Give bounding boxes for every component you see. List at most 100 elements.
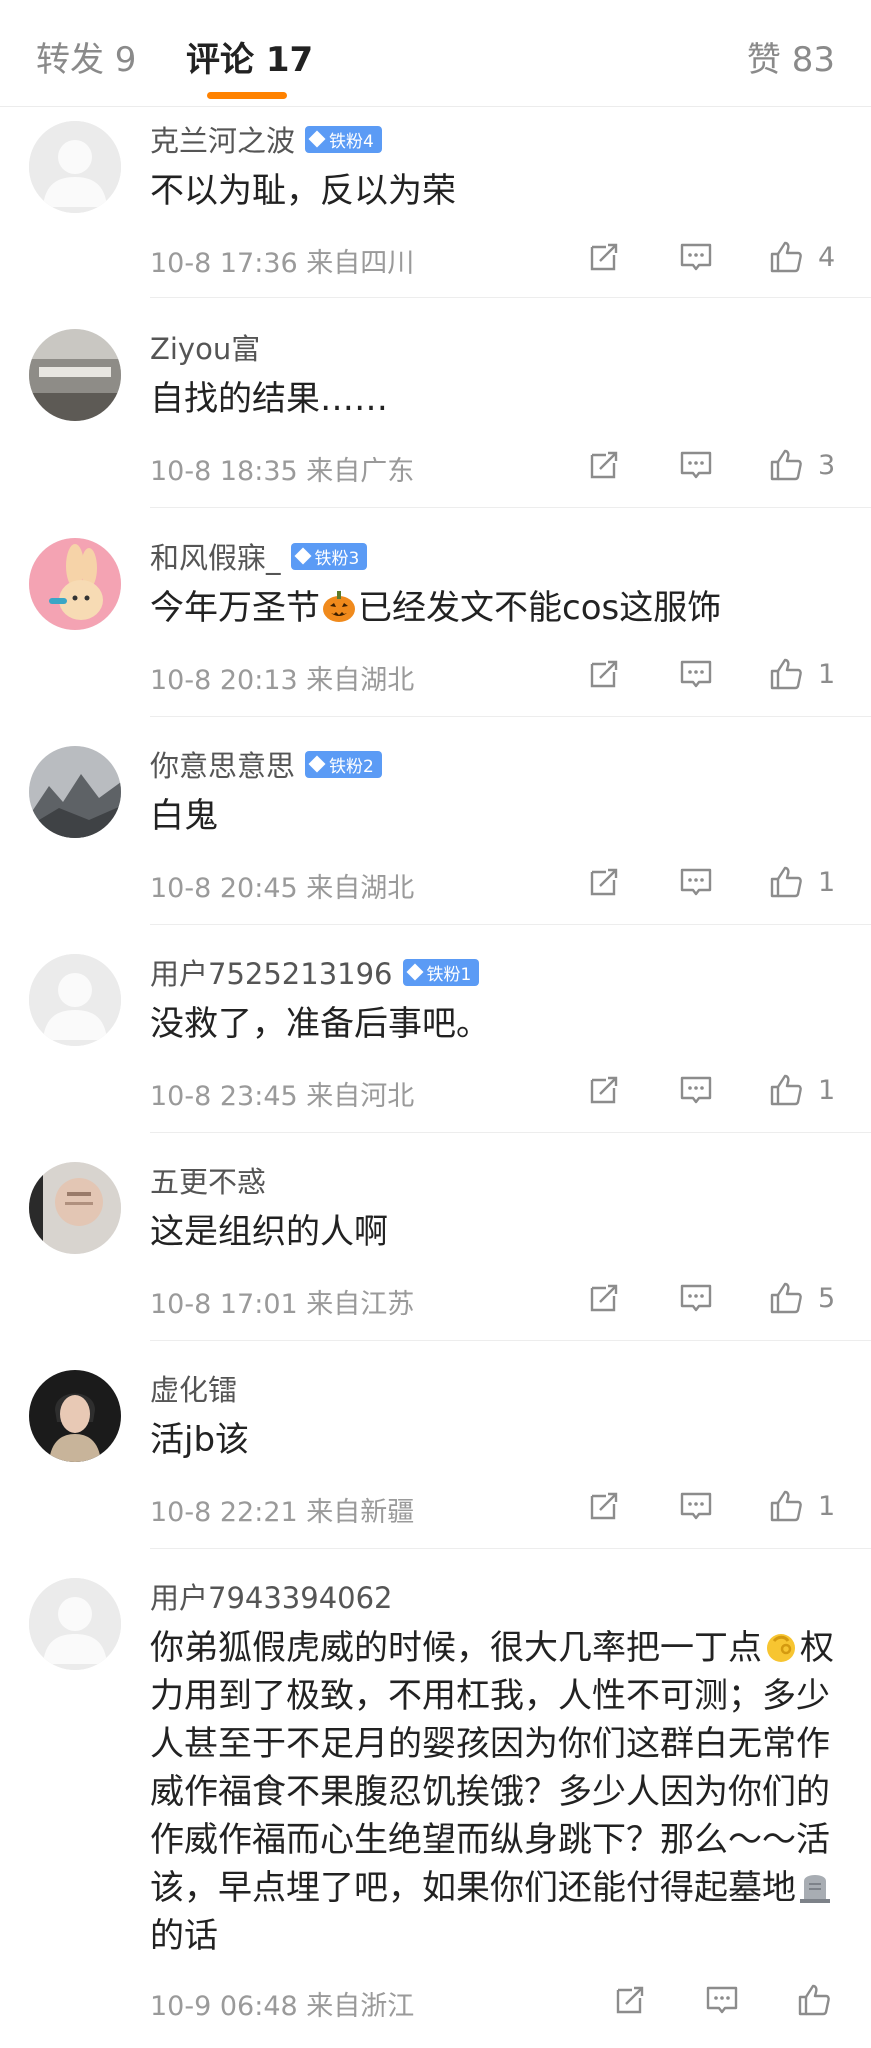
repost-button[interactable] bbox=[586, 1068, 622, 1112]
tab-comments[interactable]: 评论 17 bbox=[186, 32, 313, 81]
active-tab-indicator bbox=[207, 92, 287, 99]
like-count: 4 bbox=[818, 241, 836, 273]
repost-icon bbox=[612, 1982, 648, 2018]
repost-button[interactable] bbox=[586, 1484, 622, 1528]
comment-icon bbox=[678, 1488, 714, 1524]
reply-button[interactable] bbox=[678, 652, 714, 696]
avatar[interactable] bbox=[29, 538, 121, 630]
like-button[interactable]: 5 bbox=[768, 1276, 835, 1320]
commenter-name[interactable]: 用户7525213196 bbox=[150, 951, 393, 993]
like-button[interactable]: 3 bbox=[768, 443, 835, 487]
comment-item: Ziyou富 自找的结果…… 10-8 18:35 来自广东 3 bbox=[0, 315, 871, 523]
comment-icon bbox=[678, 656, 714, 692]
thumbs-up-icon bbox=[768, 239, 804, 275]
comment-icon bbox=[678, 447, 714, 483]
comment-icon bbox=[704, 1982, 740, 2018]
repost-icon bbox=[586, 864, 622, 900]
comment-item: 克兰河之波 铁粉4 不以为耻，反以为荣 10-8 17:36 来自四川 4 bbox=[0, 107, 871, 322]
repost-button[interactable] bbox=[586, 860, 622, 904]
repost-icon bbox=[586, 447, 622, 483]
diamond-icon bbox=[294, 547, 312, 565]
thumbs-up-icon bbox=[768, 864, 804, 900]
default-avatar-icon bbox=[29, 954, 121, 1046]
rabbit-cartoon-avatar bbox=[29, 538, 121, 630]
comment-item: 虚化镭 活jb该 10-8 22:21 来自新疆 1 bbox=[0, 1356, 871, 1564]
reply-button[interactable] bbox=[678, 1484, 714, 1528]
comment-icon bbox=[678, 239, 714, 275]
like-button[interactable]: 1 bbox=[768, 1484, 835, 1528]
divider bbox=[150, 1132, 871, 1133]
sign-photo-avatar bbox=[29, 1162, 121, 1254]
car-photo-avatar bbox=[29, 329, 121, 421]
commenter-name[interactable]: 克兰河之波 bbox=[150, 118, 295, 160]
diamond-icon bbox=[308, 130, 326, 148]
like-button[interactable] bbox=[796, 1978, 846, 2022]
divider bbox=[150, 297, 871, 298]
comment-item: 用户7943394062 你弟狐假虎威的时候，很大几率把一丁点 权力用到了极致，不… bbox=[0, 1564, 871, 2048]
reply-button[interactable] bbox=[678, 443, 714, 487]
thumbs-up-icon bbox=[796, 1982, 832, 2018]
commenter-name[interactable]: 五更不惑 bbox=[150, 1159, 266, 1201]
repost-button[interactable] bbox=[586, 443, 622, 487]
repost-button[interactable] bbox=[586, 1276, 622, 1320]
like-button[interactable]: 1 bbox=[768, 1068, 835, 1112]
reply-button[interactable] bbox=[704, 1978, 740, 2022]
like-count: 1 bbox=[818, 1490, 836, 1522]
repost-button[interactable] bbox=[586, 652, 622, 696]
avatar[interactable] bbox=[29, 121, 121, 213]
comment-text: 不以为耻，反以为荣 bbox=[150, 171, 456, 211]
commenter-name[interactable]: 虚化镭 bbox=[150, 1367, 237, 1409]
like-count: 3 bbox=[818, 449, 836, 481]
avatar[interactable] bbox=[29, 954, 121, 1046]
fan-badge: 铁粉4 bbox=[305, 125, 382, 153]
thumbs-up-icon bbox=[768, 1280, 804, 1316]
commenter-name[interactable]: 你意思意思 bbox=[150, 743, 295, 785]
comment-text: 自找的结果…… bbox=[150, 379, 388, 419]
headstone-icon bbox=[800, 1875, 830, 1903]
comment-text: 没救了，准备后事吧。 bbox=[150, 1004, 490, 1044]
landscape-photo-avatar bbox=[29, 746, 121, 838]
avatar[interactable] bbox=[29, 746, 121, 838]
default-avatar-icon bbox=[29, 121, 121, 213]
avatar[interactable] bbox=[29, 1578, 121, 1670]
portrait-photo-avatar bbox=[29, 1370, 121, 1462]
comment-tab-bar: 转发 9 评论 17 赞 83 bbox=[0, 0, 871, 107]
default-avatar-icon bbox=[29, 1578, 121, 1670]
thumbs-up-icon bbox=[768, 1072, 804, 1108]
pumpkin-icon bbox=[323, 591, 355, 622]
like-button[interactable]: 1 bbox=[768, 860, 835, 904]
reply-button[interactable] bbox=[678, 1276, 714, 1320]
repost-button[interactable] bbox=[612, 1978, 648, 2022]
avatar[interactable] bbox=[29, 1370, 121, 1462]
commenter-name[interactable]: 和风假寐_ bbox=[150, 535, 281, 577]
repost-icon bbox=[586, 656, 622, 692]
commenter-name[interactable]: 用户7943394062 bbox=[150, 1575, 393, 1617]
tab-repost[interactable]: 转发 9 bbox=[36, 32, 136, 81]
reply-button[interactable] bbox=[678, 860, 714, 904]
thumbs-up-icon bbox=[768, 447, 804, 483]
like-button[interactable]: 4 bbox=[768, 235, 835, 279]
reply-button[interactable] bbox=[678, 1068, 714, 1112]
tab-likes[interactable]: 赞 83 bbox=[747, 32, 835, 81]
comment-text: 你弟狐假虎威的时候，很大几率把一丁点 权力用到了极致，不用杠我，人性不可测；多少人… bbox=[150, 1628, 834, 1956]
repost-icon bbox=[586, 1280, 622, 1316]
comment-item: 用户7525213196 铁粉1 没救了，准备后事吧。 10-8 23:45 来… bbox=[0, 940, 871, 1148]
thumbs-up-icon bbox=[768, 656, 804, 692]
repost-icon bbox=[586, 239, 622, 275]
avatar[interactable] bbox=[29, 329, 121, 421]
avatar[interactable] bbox=[29, 1162, 121, 1254]
comment-item: 五更不惑 这是组织的人啊 10-8 17:01 来自江苏 5 bbox=[0, 1148, 871, 1356]
commenter-name[interactable]: Ziyou富 bbox=[150, 326, 260, 368]
pinching-hand-icon bbox=[767, 1634, 795, 1662]
like-button[interactable]: 1 bbox=[768, 652, 835, 696]
comment-text: 活jb该 bbox=[150, 1420, 250, 1460]
comment-icon bbox=[678, 1280, 714, 1316]
reply-button[interactable] bbox=[678, 235, 714, 279]
comment-text: 今年万圣节 已经发文不能cos这服饰 bbox=[150, 588, 722, 628]
repost-icon bbox=[586, 1072, 622, 1108]
diamond-icon bbox=[308, 755, 326, 773]
fan-badge: 铁粉1 bbox=[402, 958, 480, 986]
repost-button[interactable] bbox=[586, 235, 622, 279]
divider bbox=[150, 1548, 871, 1549]
comment-icon bbox=[678, 1072, 714, 1108]
